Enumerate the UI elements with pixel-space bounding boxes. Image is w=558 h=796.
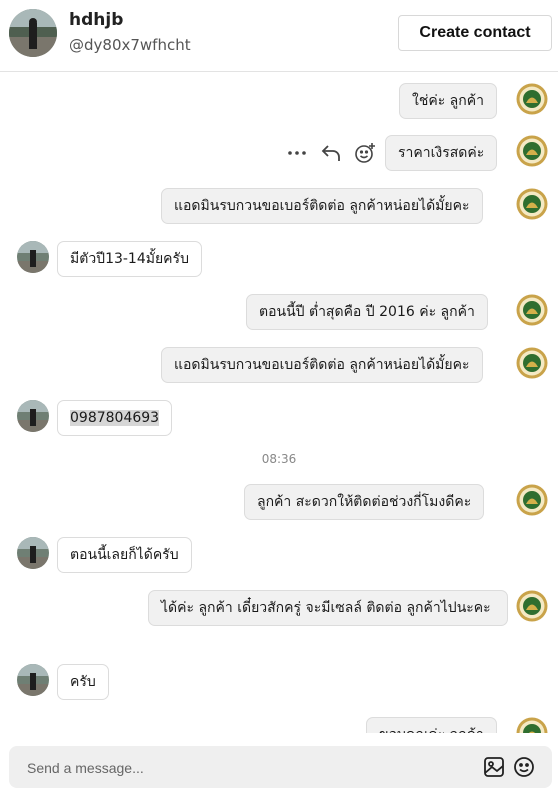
seal-avatar-icon: [516, 294, 548, 326]
seal-avatar-icon: [516, 135, 548, 167]
message-bubble-incoming[interactable]: ตอนนี้เลยก็ได้ครับ: [57, 537, 192, 573]
seal-avatar-icon: [516, 484, 548, 516]
message-input[interactable]: [9, 746, 489, 790]
reply-icon[interactable]: [320, 142, 342, 164]
seal-avatar-icon: [516, 590, 548, 622]
contact-avatar-small[interactable]: [17, 664, 49, 696]
image-icon[interactable]: [483, 756, 505, 778]
message-bubble-incoming[interactable]: 0987804693: [57, 400, 173, 436]
message-bubble-outgoing[interactable]: ได้ค่ะ ลูกค้า เดี๋ยวสักครู่ จะมีเซลล์ ติ…: [148, 590, 508, 626]
seal-avatar-icon: [516, 83, 548, 115]
message-text-selected[interactable]: 0987804693: [70, 410, 160, 426]
contact-handle: @dy80x7wfhcht: [69, 36, 191, 54]
contact-name: hdhjb: [69, 10, 124, 30]
message-bubble-incoming[interactable]: มีตัวปี13-14มั้ยครับ: [57, 241, 202, 277]
message-bubble-outgoing[interactable]: แอดมินรบกวนขอเบอร์ติดต่อ ลูกค้าหน่อยได้ม…: [161, 188, 483, 224]
message-list[interactable]: ใช่ค่ะ ลูกค้า ราคาเงิรสดค่ะ แอดมินรบกวนข…: [0, 73, 558, 733]
seal-avatar-icon: [516, 188, 548, 220]
contact-avatar-small[interactable]: [17, 537, 49, 569]
message-timestamp: 08:36: [261, 452, 297, 466]
contact-avatar-small[interactable]: [17, 400, 49, 432]
message-bubble-outgoing[interactable]: ขอบคุณค่ะ ลูกค้า: [366, 717, 497, 733]
message-bubble-outgoing[interactable]: ใช่ค่ะ ลูกค้า: [399, 83, 497, 119]
message-bubble-outgoing[interactable]: ราคาเงิรสดค่ะ: [385, 135, 498, 171]
more-icon[interactable]: [286, 142, 308, 164]
message-bubble-outgoing[interactable]: ลูกค้า สะดวกให้ติดต่อช่วงกี่โมงดีคะ: [244, 484, 485, 520]
emoji-icon[interactable]: [513, 756, 535, 778]
message-actions: [286, 142, 376, 164]
chat-header: hdhjb @dy80x7wfhcht Create contact: [0, 0, 558, 72]
create-contact-button[interactable]: Create contact: [398, 15, 552, 51]
message-bubble-incoming[interactable]: ครับ: [57, 664, 109, 700]
add-reaction-icon[interactable]: [354, 142, 376, 164]
contact-avatar[interactable]: [9, 9, 57, 57]
seal-avatar-icon: [516, 347, 548, 379]
message-composer: [9, 746, 552, 790]
message-bubble-outgoing[interactable]: ตอนนี้ปี ต่ำสุดคือ ปี 2016 ค่ะ ลูกค้า: [246, 294, 488, 330]
contact-avatar-small[interactable]: [17, 241, 49, 273]
seal-avatar-icon: [516, 717, 548, 733]
message-bubble-outgoing[interactable]: แอดมินรบกวนขอเบอร์ติดต่อ ลูกค้าหน่อยได้ม…: [161, 347, 483, 383]
